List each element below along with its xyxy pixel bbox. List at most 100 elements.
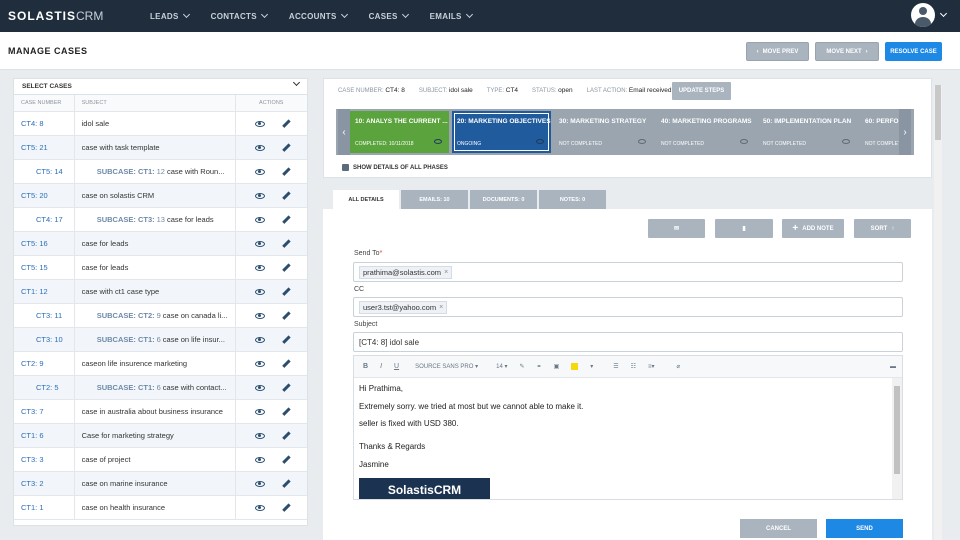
image-icon[interactable]: ▣ [554, 363, 560, 370]
view-icon[interactable] [255, 240, 265, 247]
table-row[interactable]: CT3: 7 case in australia about business i… [14, 400, 307, 424]
view-icon[interactable] [255, 312, 266, 319]
font-family-select[interactable]: SOURCE SANS PRO ▾ [415, 363, 478, 370]
table-row[interactable]: CT5: 16 case for leads [14, 232, 307, 256]
table-row[interactable]: CT4: 8 idol sale [14, 112, 307, 136]
table-row[interactable]: CT1: 12 case with ct1 case type [14, 280, 307, 304]
tab-notes[interactable]: NOTES: 0 [539, 190, 606, 209]
phases-scroll-left-button[interactable]: ‹ [338, 109, 350, 155]
view-icon[interactable] [255, 432, 265, 439]
table-row[interactable]: CT2: 9 caseon life insurence marketing [14, 352, 307, 376]
page-scrollbar[interactable] [934, 85, 942, 540]
view-icon[interactable] [740, 139, 748, 144]
highlight-color-icon[interactable] [571, 363, 579, 370]
avatar[interactable] [911, 3, 935, 27]
edit-icon[interactable] [282, 215, 291, 224]
email-body-text[interactable]: Hi Prathima, Extremely sorry. we tried a… [354, 378, 892, 499]
phase-step[interactable]: 30: MARKETING STRATEGY NOT COMPLETED [554, 111, 653, 153]
table-row[interactable]: CT1: 6 Case for marketing strategy [14, 424, 307, 448]
clear-format-icon[interactable]: ✎ [520, 363, 525, 370]
view-icon[interactable] [255, 288, 265, 295]
case-number-link[interactable]: CT3: 11 [14, 311, 74, 320]
case-number-link[interactable]: CT1: 12 [14, 287, 74, 296]
view-icon[interactable] [255, 120, 265, 127]
case-number-link[interactable]: CT1: 1 [14, 503, 74, 512]
edit-icon[interactable] [282, 191, 291, 200]
send-to-field[interactable]: prathima@solastis.com × [353, 262, 903, 282]
chevron-down-icon[interactable]: ▾ [590, 363, 593, 370]
table-row[interactable]: CT4: 17 SUBCASE: CT3: 13 case for leads [14, 208, 307, 232]
nav-leads[interactable]: LEADS [150, 10, 190, 21]
edit-icon[interactable] [282, 383, 291, 392]
resolve-case-button[interactable]: RESOLVE CASE [885, 42, 942, 61]
view-icon[interactable] [255, 168, 266, 175]
edit-icon[interactable] [282, 335, 291, 344]
phase-step[interactable]: 20: MARKETING OBJECTIVES ONGOING [452, 111, 551, 153]
phase-step[interactable]: 50: IMPLEMENTATION PLAN NOT COMPLETED [758, 111, 857, 153]
edit-icon[interactable] [282, 503, 291, 512]
user-menu[interactable] [911, 3, 948, 27]
edit-icon[interactable] [282, 287, 291, 296]
subject-field[interactable]: [CT4: 8] idol sale [353, 332, 903, 352]
tab-all-details[interactable]: ALL DETAILS [333, 190, 399, 209]
link-icon[interactable]: ⚭ [537, 363, 542, 370]
select-cases-dropdown[interactable]: SELECT CASES [14, 79, 307, 95]
col-subject[interactable]: SUBJECT [73, 95, 235, 111]
attachment-icon[interactable]: ⌀ [677, 363, 681, 370]
view-icon[interactable] [255, 216, 266, 223]
nav-emails[interactable]: EMAILS [430, 10, 473, 21]
view-icon[interactable] [638, 139, 646, 144]
underline-icon[interactable]: U [394, 363, 399, 370]
align-icon[interactable]: ≡▾ [648, 363, 655, 370]
scrollbar-thumb[interactable] [894, 386, 900, 474]
font-size-select[interactable]: 14 ▾ [496, 363, 507, 370]
scrollbar-thumb[interactable] [935, 85, 941, 140]
email-button[interactable]: ✉ [648, 219, 705, 238]
edit-icon[interactable] [282, 263, 291, 272]
edit-icon[interactable] [282, 119, 291, 128]
comment-icon[interactable]: ▬ [890, 364, 896, 370]
app-logo[interactable]: SOLASTISCRM [8, 9, 128, 23]
add-note-button[interactable]: + ADD NOTE [782, 219, 844, 238]
view-icon[interactable] [434, 139, 442, 144]
sort-button[interactable]: SORT ↑ [854, 219, 911, 238]
chevron-down-icon[interactable] [939, 9, 948, 18]
phase-step[interactable]: 40: MARKETING PROGRAMS NOT COMPLETED [656, 111, 755, 153]
case-number-link[interactable]: CT5: 14 [14, 167, 74, 176]
bold-icon[interactable]: B [363, 363, 368, 370]
case-number-link[interactable]: CT3: 2 [14, 479, 74, 488]
case-number-link[interactable]: CT2: 9 [14, 359, 74, 368]
phases-scroll-right-button[interactable]: › [899, 109, 911, 155]
view-icon[interactable] [255, 384, 266, 391]
bullet-list-icon[interactable]: ☰ [613, 363, 618, 370]
nav-cases[interactable]: CASES [369, 10, 409, 21]
edit-icon[interactable] [282, 431, 291, 440]
view-icon[interactable] [255, 456, 265, 463]
italic-icon[interactable]: I [380, 363, 382, 370]
nav-accounts[interactable]: ACCOUNTS [289, 10, 348, 21]
tab-emails[interactable]: EMAILS: 10 [401, 190, 468, 209]
phase-step[interactable]: 10: ANALYS THE CURRENT ... COMPLETED: 10/… [350, 111, 449, 153]
case-number-link[interactable]: CT2: 5 [14, 383, 74, 392]
edit-icon[interactable] [282, 455, 291, 464]
view-icon[interactable] [255, 480, 265, 487]
view-icon[interactable] [255, 264, 265, 271]
table-row[interactable]: CT3: 2 case on marine insurance [14, 472, 307, 496]
remove-chip-icon[interactable]: × [439, 304, 443, 311]
checkbox-checked-icon[interactable] [342, 164, 349, 171]
table-row[interactable]: CT3: 10 SUBCASE: CT1: 6 case on life insur.… [14, 328, 307, 352]
table-row[interactable]: CT5: 21 case with task template [14, 136, 307, 160]
view-icon[interactable] [255, 192, 265, 199]
numbered-list-icon[interactable]: ☷ [631, 363, 636, 370]
email-body-editor[interactable]: B I U SOURCE SANS PRO ▾ 14 ▾ ✎ ⚭ ▣ ▾ ☰ ☷… [353, 355, 903, 500]
view-icon[interactable] [255, 144, 265, 151]
case-number-link[interactable]: CT5: 21 [14, 143, 74, 152]
document-button[interactable]: ▮ [715, 219, 773, 238]
table-row[interactable]: CT5: 15 case for leads [14, 256, 307, 280]
case-number-link[interactable]: CT4: 17 [14, 215, 74, 224]
view-icon[interactable] [255, 408, 265, 415]
show-details-checkbox[interactable]: SHOW DETAILS OF ALL PHASES [342, 164, 448, 171]
case-number-link[interactable]: CT4: 8 [14, 119, 74, 128]
edit-icon[interactable] [282, 167, 291, 176]
view-icon[interactable] [255, 504, 265, 511]
